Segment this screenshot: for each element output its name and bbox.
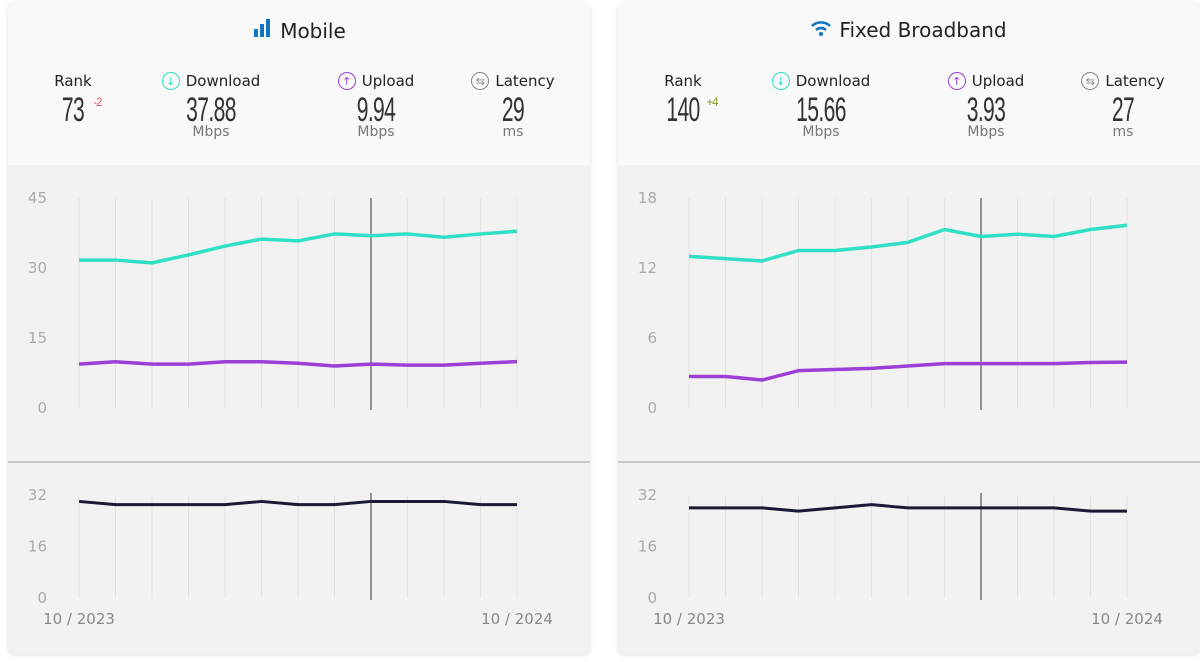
metric-download: ↓ Download 37.88 Mbps [141,72,281,140]
download-value: 37.88 [186,91,236,129]
upload-label: Upload [971,72,1025,90]
metric-latency: ⇆ Latency 27 ms [1053,72,1193,140]
download-label: Download [795,72,871,90]
x-axis-start-label: 10 / 2023 [43,610,115,628]
x-axis-start-label: 10 / 2023 [653,610,725,628]
latency-label: Latency [495,72,555,90]
rank-value: 73 [61,91,85,129]
upload-value: 9.94 [356,91,396,129]
latency-tick-label: 16 [638,538,657,556]
latency-tick-label: 32 [28,486,47,504]
arrow-down-circle-icon: ↓ [771,72,790,90]
metric-upload: ↑ Upload 3.93 Mbps [916,72,1056,140]
download-value: 15.66 [796,91,846,129]
latency-tick-label: 0 [647,589,657,607]
speed-latency-chart[interactable]: 45 30 15 0 32 16 0 10 / 2023 10 / 2024 [8,165,590,654]
y-tick-label: 45 [28,189,47,207]
upload-label: Upload [361,72,415,90]
y-tick-label: 15 [28,329,47,347]
panel-mobile: Mobile Rank 73 -2 ↓ Download 37.88 Mbps ↑ U… [8,2,590,654]
x-axis-end-label: 10 / 2024 [481,610,553,628]
panel-header: Mobile Rank 73 -2 ↓ Download 37.88 Mbps ↑ U… [8,2,590,165]
latency-arrows-icon: ⇆ [471,72,490,90]
rank-delta: -2 [93,95,103,109]
panel-title-text: Mobile [280,18,346,43]
panel-header: Fixed Broadband Rank 140 +4 ↓ Download 15.… [618,2,1200,165]
metric-upload: ↑ Upload 9.94 Mbps [306,72,446,140]
metric-latency: ⇆ Latency 29 ms [443,72,583,140]
rank-value: 140 [666,91,700,129]
y-tick-label: 30 [28,259,47,277]
panel-title-text: Fixed Broadband [839,18,1007,42]
upload-value: 3.93 [966,91,1006,129]
signal-bars-icon [252,18,272,43]
speed-latency-chart[interactable]: 18 12 6 0 32 16 0 10 / 2023 10 / 2024 [618,165,1200,654]
latency-tick-label: 0 [37,589,47,607]
latency-arrows-icon: ⇆ [1081,72,1100,90]
y-tick-label: 0 [37,399,47,417]
x-axis-end-label: 10 / 2024 [1091,610,1163,628]
panel-title: Fixed Broadband [618,18,1200,42]
rank-label: Rank [664,72,702,90]
latency-label: Latency [1105,72,1165,90]
panel-fixed-broadband: Fixed Broadband Rank 140 +4 ↓ Download 15.… [618,2,1200,654]
y-tick-label: 0 [647,399,657,417]
y-tick-label: 18 [638,189,657,207]
panel-title: Mobile [8,18,590,43]
latency-value: 27 [1111,91,1135,129]
arrow-up-circle-icon: ↑ [947,72,966,90]
latency-tick-label: 32 [638,486,657,504]
wifi-icon [811,18,832,42]
arrow-up-circle-icon: ↑ [337,72,356,90]
download-label: Download [185,72,261,90]
y-tick-label: 6 [647,329,657,347]
metric-rank: Rank 140 +4 [618,72,753,128]
rank-delta: +4 [706,95,719,109]
metric-download: ↓ Download 15.66 Mbps [751,72,891,140]
y-tick-label: 12 [638,259,657,277]
latency-tick-label: 16 [28,538,47,556]
metric-rank: Rank 73 -2 [8,72,143,128]
rank-label: Rank [54,72,92,90]
latency-value: 29 [501,91,525,129]
arrow-down-circle-icon: ↓ [161,72,180,90]
